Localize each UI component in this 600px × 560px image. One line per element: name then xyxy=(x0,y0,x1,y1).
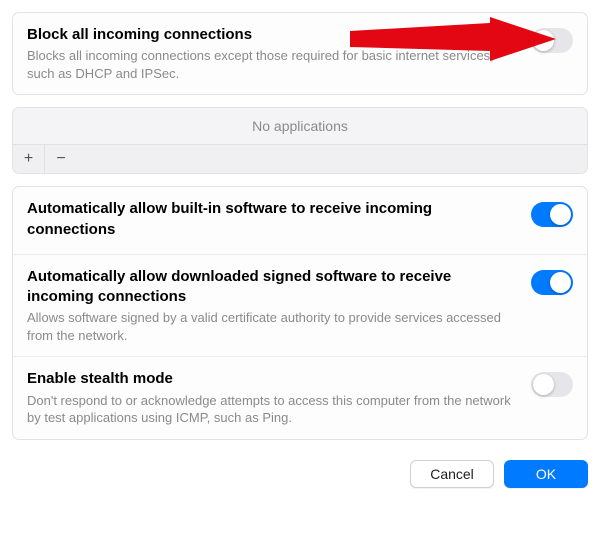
add-application-button[interactable]: + xyxy=(13,145,45,173)
applications-empty-label: No applications xyxy=(13,108,587,144)
applications-controls: + − xyxy=(13,144,587,173)
stealth-title: Enable stealth mode xyxy=(27,369,521,389)
options-section: Automatically allow built-in software to… xyxy=(12,186,588,439)
stealth-toggle[interactable] xyxy=(531,372,573,397)
stealth-row: Enable stealth mode Don't respond to or … xyxy=(13,356,587,438)
stealth-desc: Don't respond to or acknowledge attempts… xyxy=(27,392,521,427)
auto-builtin-row: Automatically allow built-in software to… xyxy=(13,187,587,254)
auto-builtin-toggle[interactable] xyxy=(531,202,573,227)
block-all-section: Block all incoming connections Blocks al… xyxy=(12,12,588,95)
remove-application-button[interactable]: − xyxy=(45,145,77,173)
plus-icon: + xyxy=(24,150,33,168)
dialog-buttons: Cancel OK xyxy=(12,460,588,488)
auto-signed-title: Automatically allow downloaded signed so… xyxy=(27,267,521,308)
cancel-button[interactable]: Cancel xyxy=(410,460,494,488)
applications-section: No applications + − xyxy=(12,107,588,174)
block-all-row: Block all incoming connections Blocks al… xyxy=(13,13,587,94)
auto-signed-desc: Allows software signed by a valid certif… xyxy=(27,309,521,344)
auto-signed-toggle[interactable] xyxy=(531,270,573,295)
auto-builtin-title: Automatically allow built-in software to… xyxy=(27,199,521,240)
ok-button[interactable]: OK xyxy=(504,460,588,488)
auto-signed-row: Automatically allow downloaded signed so… xyxy=(13,254,587,357)
block-all-desc: Blocks all incoming connections except t… xyxy=(27,47,521,82)
block-all-title: Block all incoming connections xyxy=(27,25,521,45)
block-all-toggle[interactable] xyxy=(531,28,573,53)
minus-icon: − xyxy=(56,150,65,168)
